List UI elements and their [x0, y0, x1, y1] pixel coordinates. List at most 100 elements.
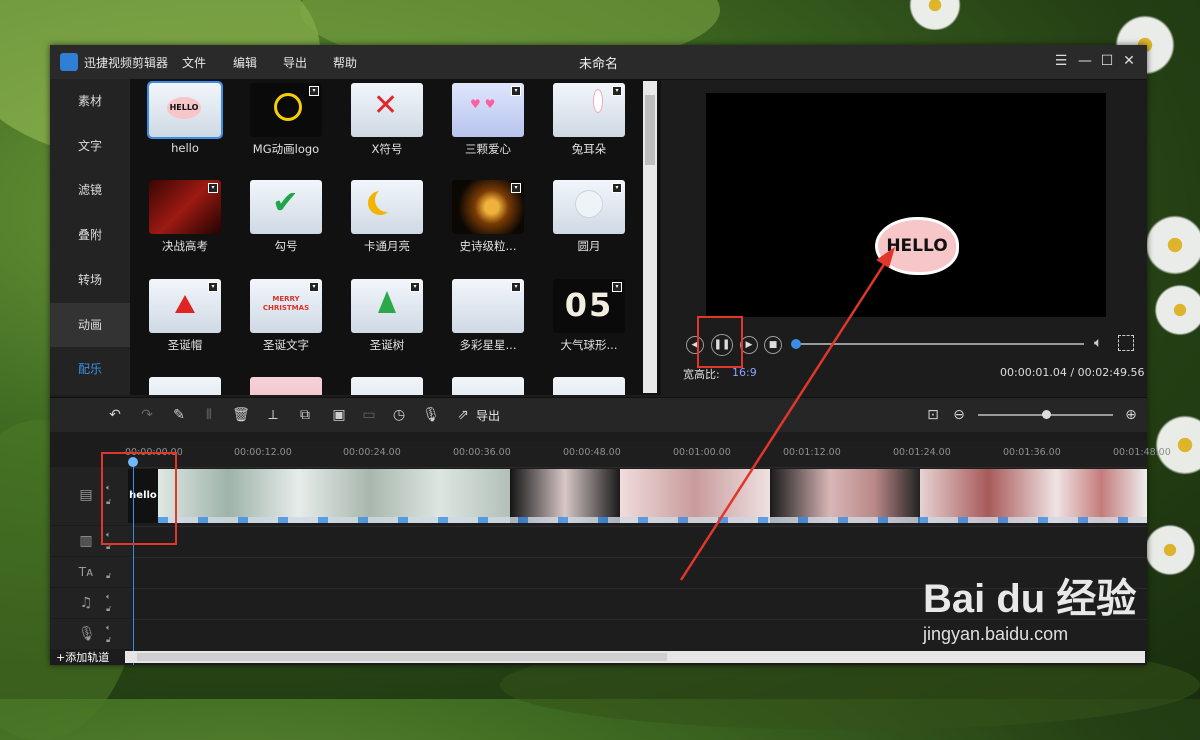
crop-icon[interactable]: ⟂ — [264, 406, 282, 424]
tile-label: hello — [171, 141, 199, 155]
tick-label: 00:00:48.00 — [563, 447, 621, 458]
tile-bunny-ears[interactable]: ▾ — [553, 83, 625, 137]
daisy-flower — [1140, 520, 1200, 580]
sidebar-item-animation[interactable]: 动画 — [50, 303, 130, 347]
video-clip[interactable] — [158, 469, 1147, 523]
tile-exam[interactable]: ▾ — [149, 180, 221, 234]
scrollbar-thumb[interactable] — [137, 653, 667, 661]
tile-mg-logo[interactable]: ▾ — [250, 83, 322, 137]
tile-balloon-number[interactable]: ▾ 05 — [553, 279, 625, 333]
lock-icon[interactable]: 🔓︎ — [106, 571, 116, 581]
tile-partial[interactable] — [452, 377, 524, 395]
fullscreen-icon[interactable] — [1118, 335, 1134, 351]
fit-timeline-icon[interactable]: ⊡ — [924, 406, 942, 424]
mosaic-icon[interactable]: ▣ — [330, 406, 348, 424]
speaker-icon[interactable]: 🔈︎ — [106, 592, 116, 602]
tile-x-symbol[interactable]: ✕ — [351, 83, 423, 137]
text-track-icon[interactable]: Tᴀ — [78, 564, 94, 580]
export-icon[interactable]: ⇗ — [454, 406, 472, 424]
clip-frame — [770, 469, 920, 523]
tick-label: 00:01:36.00 — [1003, 447, 1061, 458]
tick-label: 00:01:12.00 — [783, 447, 841, 458]
mic-track-icon[interactable]: 🎙︎ — [78, 626, 96, 642]
undo-icon[interactable]: ↶ — [106, 406, 124, 424]
tile-label: MG动画logo — [252, 142, 320, 156]
menu-edit[interactable]: 编辑 — [233, 54, 257, 71]
delete-icon[interactable]: 🗑︎ — [232, 406, 250, 424]
menu-help[interactable]: 帮助 — [333, 54, 357, 71]
scrollbar-thumb[interactable] — [645, 95, 655, 165]
hearts-icon: ♥ ♥ — [470, 97, 496, 111]
freeze-icon[interactable]: ▭ — [360, 406, 378, 424]
annotation-box-pause — [697, 316, 743, 368]
tile-partial[interactable] — [149, 377, 221, 395]
santa-hat-icon — [175, 295, 195, 313]
maximize-icon[interactable]: ☐ — [1098, 52, 1116, 70]
minimize-icon[interactable]: — — [1076, 52, 1094, 70]
tick-label: 00:01:00.00 — [673, 447, 731, 458]
tile-santa-hat[interactable]: ▾ — [149, 279, 221, 333]
add-track-button[interactable]: +添加轨道 — [56, 649, 109, 665]
hamburger-menu-icon[interactable]: ☰ — [1052, 52, 1070, 70]
clip-frame — [620, 469, 770, 523]
tile-partial[interactable] — [250, 377, 322, 395]
tile-partial[interactable] — [351, 377, 423, 395]
tile-label: 三颗爱心 — [465, 142, 511, 156]
timeline-ruler[interactable]: 00:00:00.00 00:00:12.00 00:00:24.00 00:0… — [120, 441, 1171, 467]
record-voice-icon[interactable]: 🎙︎ — [422, 406, 440, 424]
lock-icon[interactable]: 🔓︎ — [106, 604, 116, 614]
redo-icon[interactable]: ↷ — [138, 406, 156, 424]
sidebar-item-text[interactable]: 文字 — [50, 124, 130, 168]
tile-partial[interactable] — [553, 377, 625, 395]
tile-full-moon[interactable]: ▾ — [553, 180, 625, 234]
menu-export[interactable]: 导出 — [283, 54, 307, 71]
app-logo-icon — [60, 53, 78, 71]
lock-icon[interactable]: 🔓︎ — [106, 635, 116, 645]
mg-logo-ring-icon — [274, 93, 302, 121]
resize-icon[interactable]: ⧉ — [296, 406, 314, 424]
timeline-hscrollbar[interactable] — [125, 651, 1145, 663]
sidebar-item-filter[interactable]: 滤镜 — [50, 168, 130, 212]
tile-christmas-text[interactable]: ▾ MERRY CHRISTMAS — [250, 279, 322, 333]
watermark-url: jingyan.baidu.com — [923, 624, 1069, 644]
tile-colorful-stars[interactable]: ▾ — [452, 279, 524, 333]
pip-track[interactable] — [132, 526, 1147, 557]
full-moon-icon — [575, 190, 603, 218]
preview-progress-track[interactable] — [794, 343, 1084, 345]
tile-label: 史诗级粒... — [459, 239, 517, 253]
speed-icon[interactable]: ◷ — [390, 406, 408, 424]
daisy-flower — [900, 0, 970, 30]
menu-file[interactable]: 文件 — [182, 54, 206, 71]
stop-icon[interactable]: ■ — [764, 336, 782, 354]
tile-checkmark[interactable]: ✔ — [250, 180, 322, 234]
tile-cartoon-moon[interactable] — [351, 180, 423, 234]
bunny-ears-icon — [593, 89, 603, 113]
edit-icon[interactable]: ✎ — [170, 406, 188, 424]
sidebar-item-material[interactable]: 素材 — [50, 79, 130, 123]
volume-icon[interactable]: 🔈︎ — [1094, 335, 1102, 351]
preview-progress-knob[interactable] — [791, 339, 801, 349]
tile-label: 圆月 — [577, 239, 601, 253]
tile-epic-particles[interactable]: ▾ — [452, 180, 524, 234]
split-icon[interactable]: ⫴ — [200, 406, 218, 424]
pip-track-icon[interactable]: ▥ — [78, 533, 94, 549]
download-badge-icon: ▾ — [511, 86, 521, 96]
zoom-in-icon[interactable]: ⊕ — [1122, 406, 1140, 424]
tick-label: 00:01:48.00 — [1113, 447, 1171, 458]
sidebar-item-overlay[interactable]: 叠附 — [50, 213, 130, 257]
zoom-slider-knob[interactable] — [1042, 410, 1051, 419]
tile-christmas-tree[interactable]: ▾ — [351, 279, 423, 333]
speaker-icon[interactable]: 🔈︎ — [106, 623, 116, 633]
title-bar: 迅捷视频剪辑器 文件 编辑 导出 帮助 未命名 ☰ — ☐ ✕ — [50, 45, 1147, 80]
animation-library: HELLO hello ▾ MG动画logo ✕ X符号 ▾ ♥ ♥ 三颗爱心 … — [130, 79, 661, 395]
video-track-icon[interactable]: ▤ — [78, 487, 94, 503]
tile-hello[interactable]: HELLO — [147, 81, 223, 139]
library-scrollbar[interactable] — [643, 81, 657, 393]
sidebar-item-transition[interactable]: 转场 — [50, 258, 130, 302]
export-button[interactable]: 导出 — [476, 407, 500, 424]
close-icon[interactable]: ✕ — [1120, 52, 1138, 70]
tile-three-hearts[interactable]: ▾ ♥ ♥ — [452, 83, 524, 137]
sidebar-item-music[interactable]: 配乐 — [50, 347, 130, 391]
music-track-icon[interactable]: ♫ — [78, 595, 94, 611]
zoom-out-icon[interactable]: ⊖ — [950, 406, 968, 424]
